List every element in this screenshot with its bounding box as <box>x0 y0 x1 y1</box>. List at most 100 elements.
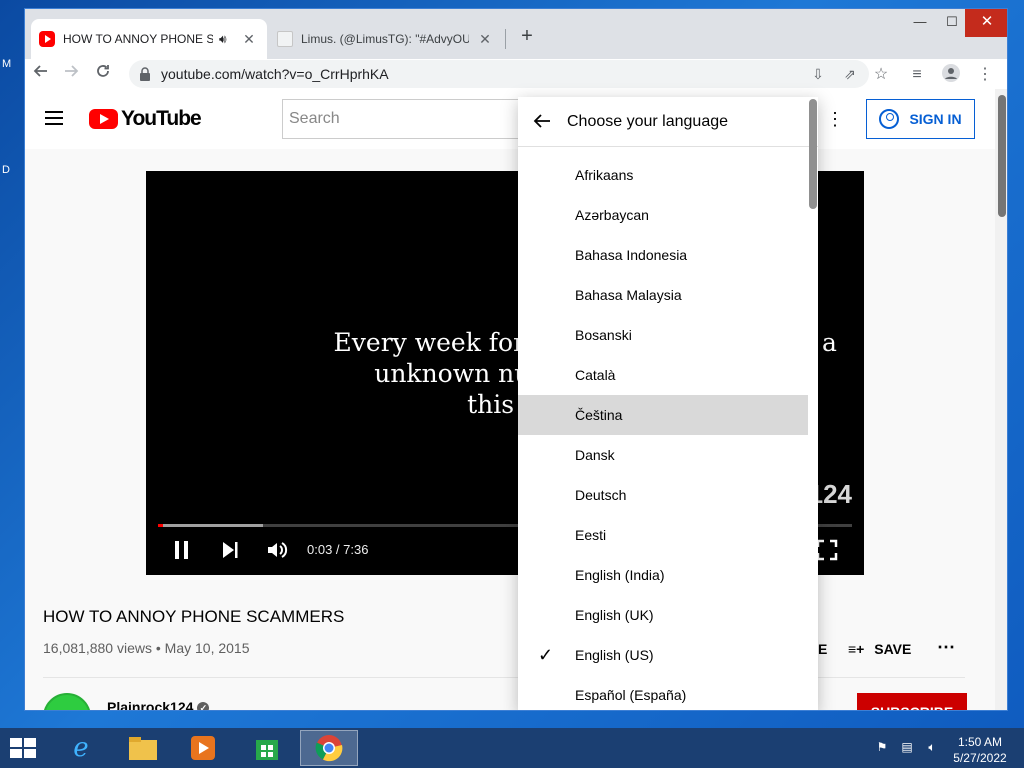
profile-icon[interactable] <box>939 63 963 87</box>
youtube-play-icon <box>89 109 118 129</box>
search-input[interactable] <box>283 100 541 138</box>
clock[interactable]: 1:50 AM 5/27/2022 <box>950 734 1010 766</box>
install-icon[interactable]: ⇩ <box>807 64 829 84</box>
internet-explorer-icon: e <box>73 733 89 763</box>
progress-loaded <box>158 524 264 527</box>
language-item[interactable]: Čeština <box>518 395 808 435</box>
close-tab-icon[interactable]: ✕ <box>241 31 257 48</box>
taskbar: e ⚑ ▤ 🔈︎ 1:50 AM 5/27/2022 <box>0 728 1024 768</box>
maximize-button[interactable]: ☐ <box>937 9 967 37</box>
next-button[interactable] <box>220 539 240 563</box>
tab-youtube[interactable]: HOW TO ANNOY PHONE SCAMMERS 🔊︎ ✕ <box>31 19 267 59</box>
language-item[interactable]: Eesti <box>518 515 808 555</box>
browser-toolbar: youtube.com/watch?v=o_CrrHprhKA ⇩ ⇗ ☆ ≡ … <box>25 59 1007 89</box>
desktop-edge-text: D <box>2 164 10 176</box>
language-scrollbar[interactable] <box>808 97 818 710</box>
scrollbar-thumb[interactable] <box>998 95 1006 217</box>
language-item[interactable]: Español (España) <box>518 675 808 710</box>
avatar[interactable] <box>43 693 91 710</box>
back-button[interactable] <box>29 63 53 87</box>
tab-strip: HOW TO ANNOY PHONE SCAMMERS 🔊︎ ✕ Limus. … <box>25 9 1007 59</box>
menu-dots-icon[interactable]: ⋮ <box>973 63 997 87</box>
taskbar-internet-explorer[interactable]: e <box>52 730 110 766</box>
media-queue-icon[interactable]: ≡ <box>905 63 929 87</box>
more-actions-icon[interactable]: ⋯ <box>937 637 955 658</box>
language-item[interactable]: Azərbaycan <box>518 195 808 235</box>
youtube-logo[interactable]: YouTube <box>89 107 202 131</box>
flag-icon[interactable]: ⚑ <box>874 740 890 756</box>
language-label: Deutsch <box>575 487 627 503</box>
network-icon[interactable]: ▤ <box>899 740 915 756</box>
close-window-button[interactable]: ✕ <box>965 9 1007 37</box>
reload-button[interactable] <box>91 63 115 87</box>
caption-fragment: a <box>822 328 837 357</box>
taskbar-media-player[interactable] <box>174 730 232 766</box>
playlist-add-icon: ≡+ <box>848 641 865 657</box>
language-item[interactable]: Català <box>518 355 808 395</box>
media-player-icon <box>191 736 215 760</box>
back-arrow-icon[interactable] <box>532 111 554 133</box>
settings-dots-icon[interactable]: ⋮ <box>825 109 845 129</box>
taskbar-store[interactable] <box>238 730 296 766</box>
volume-muted-icon[interactable]: 🔈︎ <box>924 740 940 756</box>
browser-window: HOW TO ANNOY PHONE SCAMMERS 🔊︎ ✕ Limus. … <box>24 8 1008 711</box>
pause-button[interactable] <box>172 539 192 563</box>
volume-button[interactable] <box>266 539 288 563</box>
language-label: Español (España) <box>575 687 687 703</box>
share-icon[interactable]: ⇗ <box>839 64 861 84</box>
language-label: Dansk <box>575 447 615 463</box>
youtube-header: YouTube ⋮ SIGN IN <box>25 89 995 149</box>
language-label: Bahasa Malaysia <box>575 287 682 303</box>
search-box[interactable] <box>282 99 542 139</box>
store-icon <box>256 740 278 760</box>
language-label: Čeština <box>575 407 623 423</box>
language-item[interactable]: Dansk <box>518 435 808 475</box>
tab-twitter[interactable]: Limus. (@LimusTG): "#AdvyOUT ✕ <box>271 19 505 59</box>
subscribe-button[interactable]: SUBSCRIBE <box>857 693 967 710</box>
forward-arrow-icon <box>65 65 79 77</box>
language-item[interactable]: ✓ English (US) <box>518 635 808 675</box>
address-bar[interactable]: youtube.com/watch?v=o_CrrHprhKA ⇩ ⇗ <box>129 60 869 88</box>
page-scrollbar[interactable] <box>995 89 1007 710</box>
youtube-page: YouTube ⋮ SIGN IN Every week for 3 month… <box>25 89 995 710</box>
close-tab-icon[interactable]: ✕ <box>477 31 493 48</box>
checkmark-icon: ✓ <box>538 645 554 665</box>
speaker-icon[interactable]: 🔊︎ <box>219 32 233 47</box>
sign-in-button[interactable]: SIGN IN <box>866 99 975 139</box>
hamburger-menu-icon[interactable] <box>45 111 63 129</box>
save-button[interactable]: ≡+ SAVE <box>848 641 911 657</box>
sign-in-label: SIGN IN <box>909 111 962 127</box>
language-item[interactable]: Bahasa Malaysia <box>518 275 808 315</box>
minimize-button[interactable]: — <box>905 9 935 37</box>
language-menu: Choose your language Afrikaans Azərbaycan… <box>518 97 818 710</box>
language-label: Eesti <box>575 527 607 543</box>
taskbar-chrome[interactable] <box>300 730 358 766</box>
page-favicon-icon <box>277 31 293 47</box>
channel-name[interactable]: Plainrock124 ✓ <box>107 699 210 710</box>
chrome-icon <box>315 735 343 762</box>
skip-next-icon <box>223 542 238 558</box>
language-menu-header: Choose your language <box>518 97 818 147</box>
language-label: Bahasa Indonesia <box>575 247 688 263</box>
language-item[interactable]: Deutsch <box>518 475 808 515</box>
language-menu-title: Choose your language <box>567 113 729 130</box>
forward-button[interactable] <box>59 63 83 87</box>
language-item[interactable]: Afrikaans <box>518 155 808 195</box>
video-meta: 16,081,880 views • May 10, 2015 <box>43 640 250 656</box>
language-item[interactable]: Bahasa Indonesia <box>518 235 808 275</box>
fullscreen-button[interactable] <box>816 539 838 563</box>
share-button[interactable]: E <box>818 641 827 657</box>
back-arrow-icon <box>33 65 47 77</box>
language-item[interactable]: English (UK) <box>518 595 808 635</box>
start-button[interactable] <box>10 738 38 760</box>
language-item[interactable]: English (India) <box>518 555 808 595</box>
taskbar-file-explorer[interactable] <box>114 730 172 766</box>
language-item[interactable]: Bosanski <box>518 315 808 355</box>
view-count: 16,081,880 views <box>43 640 152 656</box>
language-label: Afrikaans <box>575 167 634 183</box>
new-tab-button[interactable]: + <box>515 25 539 48</box>
time-display: 0:03 / 7:36 <box>307 542 369 557</box>
scrollbar-thumb[interactable] <box>809 99 817 209</box>
bookmark-star-icon[interactable]: ☆ <box>869 63 893 87</box>
share-label: E <box>818 641 828 657</box>
